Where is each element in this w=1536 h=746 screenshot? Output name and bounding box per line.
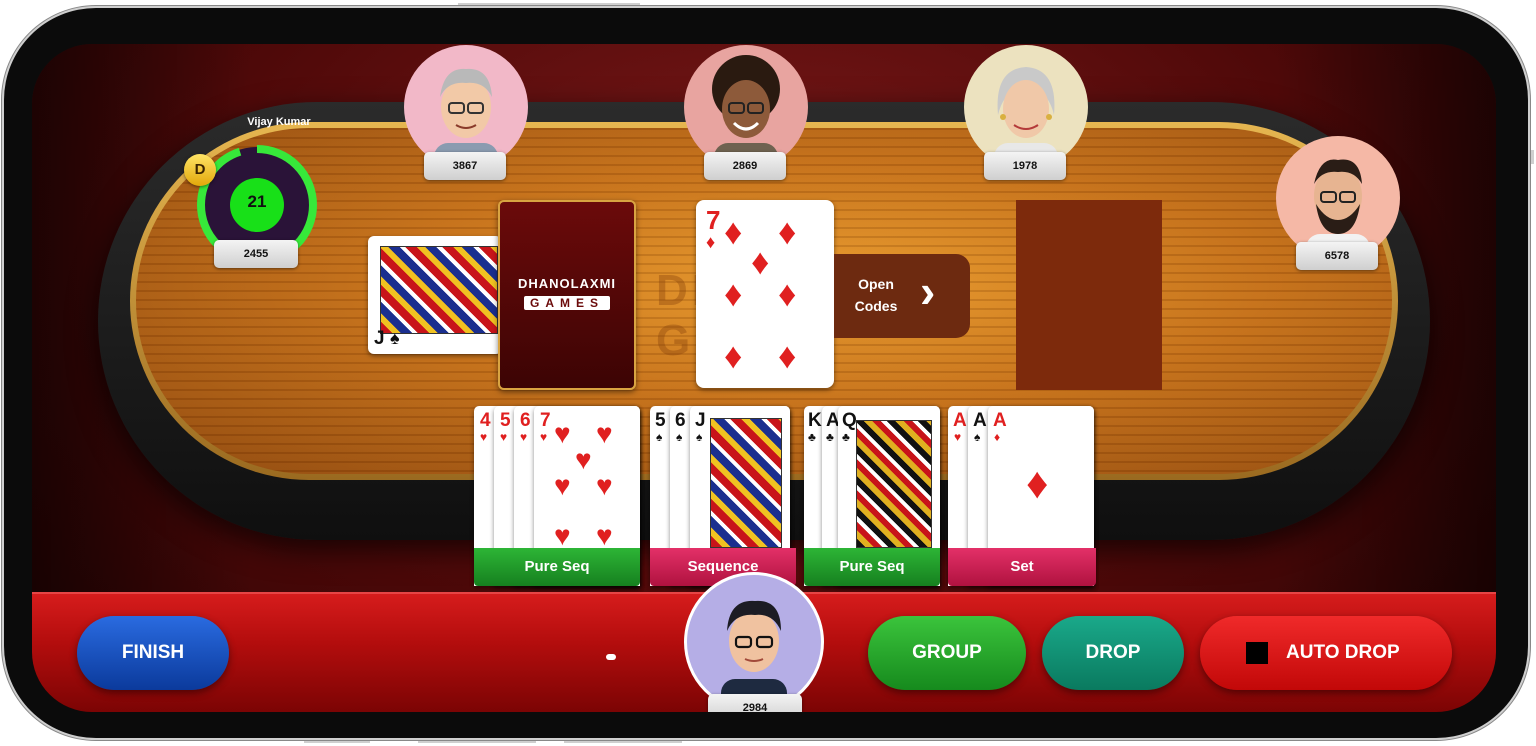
opponent-3-score: 1978 xyxy=(984,152,1066,180)
opponent-2-avatar[interactable] xyxy=(684,45,808,169)
hand-card-rank: A xyxy=(973,410,987,431)
finish-button[interactable]: FINISH xyxy=(77,616,229,690)
group-label-set: Set xyxy=(948,548,1096,586)
player-timer-value: 21 xyxy=(247,192,267,211)
open-card-pip: ♦ xyxy=(724,211,743,252)
open-codes-line1: Open xyxy=(858,276,894,292)
heart-icon: ♥ xyxy=(954,430,962,444)
joker-card-rank: J xyxy=(374,328,385,349)
player-name: Vijay Kumar xyxy=(247,116,311,128)
hand-card-rank: Q xyxy=(842,410,857,431)
heart-icon: ♥ xyxy=(596,470,613,501)
opponent-3-avatar[interactable] xyxy=(964,45,1088,169)
open-card[interactable]: 7 ♦ ♦ ♦ ♦ ♦ ♦ ♦ ♦ xyxy=(696,200,834,388)
diamond-icon: ♦ xyxy=(994,430,1001,444)
club-icon: ♣ xyxy=(808,430,816,444)
opponent-2-score: 2869 xyxy=(704,152,786,180)
hand-card-rank: A xyxy=(953,410,967,431)
opponent-1-avatar[interactable] xyxy=(404,45,528,169)
hand-card-rank: J xyxy=(695,410,706,431)
hand-card-rank: 7 xyxy=(540,410,551,431)
spade-icon: ♠ xyxy=(676,430,683,444)
auto-drop-button[interactable]: AUTO DROP xyxy=(1200,616,1452,690)
deck-brand-line1: DHANOLAXMI xyxy=(517,276,617,291)
hand-card-rank: 6 xyxy=(520,410,531,431)
open-card-pip: ♦ xyxy=(778,273,797,314)
joker-card-suit: ♠ xyxy=(390,328,400,348)
heart-icon: ♥ xyxy=(554,418,571,449)
drop-button[interactable]: DROP xyxy=(1042,616,1184,690)
club-icon: ♣ xyxy=(826,430,834,444)
heart-icon: ♥ xyxy=(500,430,508,444)
hand-card-rank: 4 xyxy=(480,410,491,431)
dealer-badge: D xyxy=(184,154,216,186)
hand-card-rank: 5 xyxy=(500,410,511,431)
open-codes-button[interactable]: Open Codes › xyxy=(834,254,970,338)
open-codes-line2: Codes xyxy=(854,298,898,314)
auto-drop-checkbox[interactable] xyxy=(1246,642,1268,664)
self-avatar xyxy=(684,572,824,712)
joker-card: J ♠ xyxy=(368,236,502,354)
spade-icon: ♠ xyxy=(974,430,981,444)
auto-drop-label: AUTO DROP xyxy=(1286,642,1400,663)
open-card-pip: ♦ xyxy=(724,273,743,314)
hand-card-rank: 6 xyxy=(675,410,686,431)
queen-card-art xyxy=(856,420,932,548)
group-label-pure-seq: Pure Seq xyxy=(474,548,640,586)
open-card-pip: ♦ xyxy=(724,335,743,376)
closed-deck[interactable]: DHANOLAXMI GAMES xyxy=(498,200,636,390)
open-card-pip: ♦ xyxy=(751,241,770,282)
group-button[interactable]: GROUP xyxy=(868,616,1026,690)
jack-card-art xyxy=(710,418,782,548)
group-label-pure-seq: Pure Seq xyxy=(804,548,940,586)
game-screen: DHG S Vijay Kumar 21 D 2455 3867 xyxy=(32,44,1496,712)
diamond-icon: ♦ xyxy=(1026,459,1049,508)
deck-brand-line2: GAMES xyxy=(524,296,610,310)
toggle-icon[interactable] xyxy=(606,654,616,660)
opponent-4-score: 6578 xyxy=(1296,242,1378,270)
device-frame: DHG S Vijay Kumar 21 D 2455 3867 xyxy=(4,8,1528,738)
self-score: 2984 xyxy=(708,694,802,712)
heart-icon: ♥ xyxy=(540,430,548,444)
open-card-suit: ♦ xyxy=(706,232,716,252)
discard-slot[interactable] xyxy=(1016,200,1162,390)
open-card-rank: 7 xyxy=(706,205,721,235)
joker-card-art xyxy=(380,246,498,334)
chevron-right-icon: › xyxy=(920,265,936,317)
spade-icon: ♠ xyxy=(656,430,663,444)
open-card-pip: ♦ xyxy=(778,335,797,376)
player-score: 2455 xyxy=(214,240,298,268)
heart-icon: ♥ xyxy=(575,444,592,475)
hand-card-rank: K xyxy=(808,410,822,431)
open-card-pip: ♦ xyxy=(778,211,797,252)
opponent-1-score: 3867 xyxy=(424,152,506,180)
heart-icon: ♥ xyxy=(554,470,571,501)
heart-icon: ♥ xyxy=(520,430,528,444)
hand-card-rank: A xyxy=(993,410,1007,431)
club-icon: ♣ xyxy=(842,430,850,444)
spade-icon: ♠ xyxy=(696,430,703,444)
hand-card-rank: 5 xyxy=(655,410,666,431)
heart-icon: ♥ xyxy=(480,430,488,444)
heart-icon: ♥ xyxy=(596,418,613,449)
